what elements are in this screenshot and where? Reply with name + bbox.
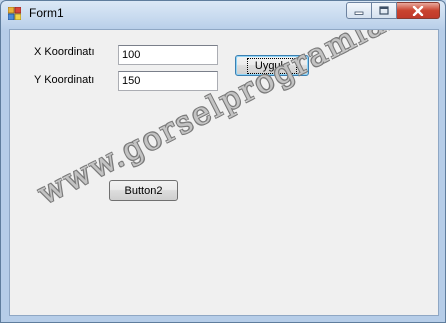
apply-button[interactable]: Uygula <box>235 55 309 76</box>
apply-button-label: Uygula <box>246 57 298 74</box>
maximize-button[interactable] <box>372 2 397 19</box>
close-icon <box>412 5 424 16</box>
form-app-icon[interactable] <box>7 6 22 21</box>
form-window: Form1 X Koordinatı Y Koordina <box>0 0 446 323</box>
window-controls <box>346 2 440 19</box>
minimize-button[interactable] <box>346 2 372 19</box>
window-title: Form1 <box>29 6 64 20</box>
minimize-icon <box>354 11 364 15</box>
button2-label: Button2 <box>124 184 163 197</box>
y-coordinate-input[interactable] <box>118 71 218 91</box>
title-bar[interactable]: Form1 <box>1 1 445 27</box>
form-client-area: X Koordinatı Y Koordinatı Uygula Button2… <box>9 29 439 316</box>
close-button[interactable] <box>397 2 440 19</box>
maximize-icon <box>379 6 389 15</box>
y-coordinate-label: Y Koordinatı <box>34 74 95 86</box>
button2[interactable]: Button2 <box>109 180 178 201</box>
x-coordinate-input[interactable] <box>118 45 218 65</box>
x-coordinate-label: X Koordinatı <box>34 46 95 58</box>
